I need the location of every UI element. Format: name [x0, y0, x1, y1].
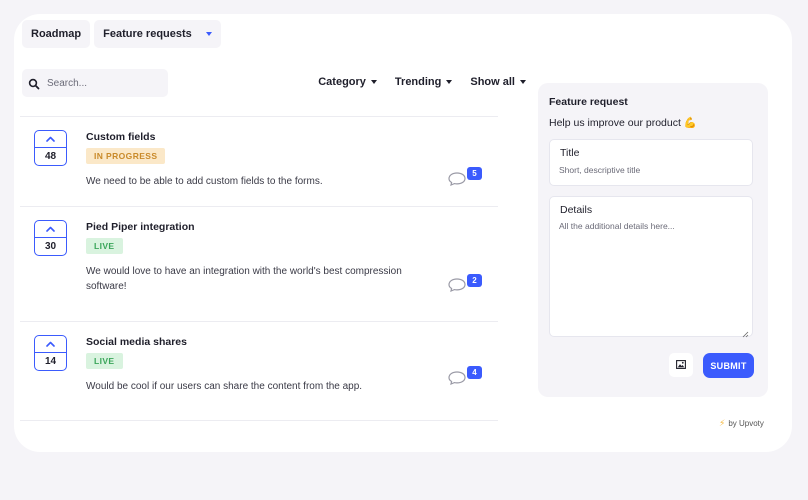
comment-icon[interactable]: [446, 370, 468, 386]
chevron-up-icon: [35, 221, 66, 238]
lightning-icon: ⚡: [719, 418, 726, 428]
chevron-up-icon: [35, 336, 66, 353]
submit-button[interactable]: SUBMIT: [703, 353, 754, 378]
top-navigation: Roadmap Feature requests: [22, 20, 221, 48]
feature-request-form: Feature request Help us improve our prod…: [538, 83, 768, 397]
details-field-label: Details: [560, 204, 593, 216]
form-title: Feature request: [549, 96, 628, 108]
resize-grip-icon[interactable]: [741, 325, 749, 338]
title-input[interactable]: [559, 165, 743, 175]
search-box: [22, 69, 168, 97]
status-badge: LIVE: [86, 238, 123, 254]
title-field: Title: [549, 139, 753, 186]
status-badge: LIVE: [86, 353, 123, 369]
vote-count: 30: [44, 241, 57, 252]
show-all-dropdown[interactable]: Show all: [470, 76, 526, 88]
form-subtitle: Help us improve our product 💪: [549, 117, 697, 129]
search-icon: [28, 77, 40, 90]
comment-icon[interactable]: [446, 171, 468, 187]
feature-item: 14 Social media shares LIVE Would be coo…: [20, 321, 498, 421]
feature-description: We need to be able to add custom fields …: [86, 176, 323, 187]
details-textarea[interactable]: [559, 221, 743, 329]
caret-down-icon: [520, 80, 526, 84]
details-field: Details: [549, 196, 753, 338]
vote-count: 14: [44, 356, 57, 367]
trending-dropdown[interactable]: Trending: [394, 76, 453, 88]
category-dropdown[interactable]: Category: [318, 76, 377, 88]
upvote-button[interactable]: 30: [34, 220, 67, 256]
caret-down-icon: [446, 80, 453, 84]
tab-feature-requests[interactable]: Feature requests: [94, 20, 221, 48]
feature-list: 48 Custom fields IN PROGRESS We need to …: [20, 116, 498, 421]
vote-count: 48: [44, 151, 57, 162]
comment-count-badge: 4: [467, 366, 482, 379]
powered-by[interactable]: ⚡ by Upvoty: [719, 418, 764, 429]
tab-feature-requests-label: Feature requests: [103, 28, 192, 40]
filter-bar: Category Trending Show all: [318, 76, 526, 88]
title-field-label: Title: [560, 147, 580, 159]
comment-icon[interactable]: [446, 277, 468, 293]
caret-down-icon: [205, 32, 212, 36]
category-label: Category: [318, 76, 366, 88]
show-all-label: Show all: [470, 76, 515, 88]
feature-item: 48 Custom fields IN PROGRESS We need to …: [20, 116, 498, 206]
feature-description: Would be cool if our users can share the…: [86, 381, 363, 392]
attach-image-button[interactable]: [669, 353, 693, 377]
chevron-up-icon: [35, 131, 66, 148]
caret-down-icon: [370, 80, 377, 84]
feature-item: 30 Pied Piper integration LIVE We would …: [20, 206, 498, 321]
tab-roadmap-label: Roadmap: [31, 28, 82, 40]
comment-count-badge: 2: [467, 274, 482, 287]
feature-title[interactable]: Custom fields: [86, 131, 155, 143]
upvote-button[interactable]: 14: [34, 335, 67, 371]
feature-description: We would love to have an integration wit…: [86, 266, 402, 292]
trending-label: Trending: [394, 76, 442, 88]
status-badge: IN PROGRESS: [86, 148, 166, 164]
feature-title[interactable]: Pied Piper integration: [86, 221, 195, 233]
comment-count-badge: 5: [467, 167, 482, 180]
powered-by-label: by Upvoty: [728, 419, 764, 428]
image-icon: [676, 356, 686, 374]
search-input[interactable]: [47, 77, 157, 89]
tab-roadmap[interactable]: Roadmap: [22, 20, 91, 48]
upvote-button[interactable]: 48: [34, 130, 67, 166]
feature-title[interactable]: Social media shares: [86, 336, 187, 348]
